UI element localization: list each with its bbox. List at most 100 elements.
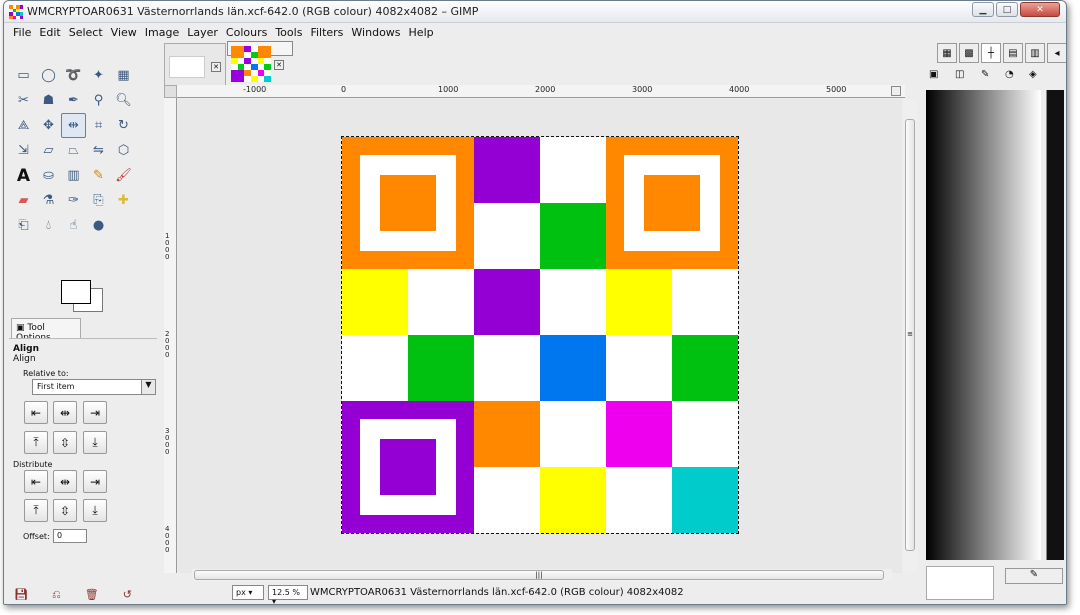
blur-icon[interactable]: 💧︎	[36, 213, 61, 238]
perspective-clone-icon[interactable]: ⎗	[11, 213, 36, 238]
dock-menu-icon[interactable]: ◂	[1047, 43, 1066, 63]
restore-options-icon[interactable]: ⎌	[52, 588, 61, 602]
scissors-icon[interactable]: ✂	[11, 88, 36, 113]
delete-options-icon[interactable]: 🗑︎	[85, 588, 99, 602]
brushes-icon[interactable]: ┼	[981, 43, 1001, 63]
rect-select-icon[interactable]: ▭	[11, 63, 36, 88]
menu-colours[interactable]: Colours	[224, 23, 273, 41]
crop-icon[interactable]: ⌗	[86, 113, 111, 138]
ellipse-select-icon[interactable]: ◯	[36, 63, 61, 88]
pattern-icon[interactable]: ▩	[959, 43, 979, 63]
channels-icon[interactable]: ◫	[955, 69, 964, 80]
maximize-button[interactable]: □	[996, 2, 1018, 17]
edit-brush-icon[interactable]: ✎	[1005, 568, 1063, 584]
close-button[interactable]: ✕	[1020, 2, 1060, 17]
align-left-button[interactable]: ⇤	[24, 401, 48, 424]
menu-tools[interactable]: Tools	[273, 23, 308, 41]
undo-history-icon[interactable]: ◔	[1005, 69, 1014, 80]
relative-to-select[interactable]: First item ▼	[32, 379, 156, 395]
rotate-icon[interactable]: ↻	[111, 113, 136, 138]
distribute-left-button[interactable]: ⇤	[24, 470, 48, 493]
palette-icon[interactable]: ▦	[937, 43, 957, 63]
image-tab-1[interactable]: ✕	[164, 43, 226, 85]
distribute-center-button[interactable]: ⇹	[53, 470, 77, 493]
menu-select[interactable]: Select	[67, 23, 109, 41]
close-tab-icon[interactable]: ✕	[274, 60, 284, 70]
menu-view[interactable]: View	[109, 23, 143, 41]
foreground-select-icon[interactable]: ☗	[36, 88, 61, 113]
align-right-button[interactable]: ⇥	[83, 401, 107, 424]
distribute-bottom-button[interactable]: ⤓	[83, 499, 107, 522]
color-picker-icon[interactable]: ⚲	[86, 88, 111, 113]
menu-help[interactable]: Help	[407, 23, 440, 41]
shear-icon[interactable]: ▱	[36, 138, 61, 163]
dodge-burn-icon[interactable]: ●	[86, 213, 111, 238]
ink-icon[interactable]: ✑	[61, 188, 86, 213]
layers-icon[interactable]: ▣	[929, 69, 938, 80]
distribute-top-button[interactable]: ⤒	[24, 499, 48, 522]
foreground-color-swatch[interactable]	[61, 280, 91, 304]
menu-windows[interactable]: Windows	[349, 23, 406, 41]
select-by-color-icon[interactable]: ▦	[111, 63, 136, 88]
vertical-ruler[interactable]: 1000 2000 3000 4000	[164, 98, 177, 573]
brush-preview[interactable]	[926, 566, 994, 600]
perspective-icon[interactable]: ⏢	[61, 138, 86, 163]
flip-icon[interactable]: ⇋	[86, 138, 111, 163]
menu-filters[interactable]: Filters	[308, 23, 349, 41]
airbrush-icon[interactable]: ⚗	[36, 188, 61, 213]
save-options-icon[interactable]: 💾︎	[14, 588, 28, 602]
zoom-icon[interactable]: 🔍︎	[111, 88, 136, 113]
menu-image[interactable]: Image	[143, 23, 185, 41]
clone-icon[interactable]: ⎘	[86, 188, 111, 213]
quickmask-corner[interactable]	[164, 85, 177, 98]
horizontal-scrollbar[interactable]: |||	[192, 569, 892, 581]
close-tab-icon[interactable]: ✕	[211, 62, 221, 72]
menu-layer[interactable]: Layer	[185, 23, 224, 41]
reset-options-icon[interactable]: ↺	[123, 588, 132, 602]
unit-select[interactable]: px ▾	[232, 585, 264, 600]
free-select-icon[interactable]: ➰	[61, 63, 86, 88]
scrollbar-thumb[interactable]: ≡	[905, 119, 915, 551]
cage-icon[interactable]: ⬡	[111, 138, 136, 163]
fuzzy-select-icon[interactable]: ✦	[86, 63, 111, 88]
colors-panel-icon[interactable]: ◈	[1029, 69, 1037, 80]
gradients-icon[interactable]: ▤	[1003, 43, 1023, 63]
canvas-area[interactable]	[178, 99, 902, 573]
scrollbar-thumb[interactable]: |||	[194, 570, 884, 580]
distribute-right-button[interactable]: ⇥	[83, 470, 107, 493]
vertical-scrollbar[interactable]: ≡	[903, 99, 917, 573]
distribute-middle-button[interactable]: ⇳	[53, 499, 77, 522]
minimize-button[interactable]: ▁	[972, 2, 994, 17]
horizontal-ruler[interactable]: -1000 0 1000 2000 3000 4000 5000	[177, 85, 905, 98]
fg-bg-colors[interactable]	[61, 280, 109, 316]
align-center-button[interactable]: ⇹	[53, 401, 77, 424]
zoom-to-fit-icon[interactable]	[891, 86, 901, 96]
align-top-button[interactable]: ⤒	[24, 431, 48, 454]
heal-icon[interactable]: ✚	[111, 188, 136, 213]
text-icon[interactable]: A	[11, 163, 36, 188]
colormap-icon[interactable]: ▥	[1025, 43, 1045, 63]
image-tab-2[interactable]: ✕	[227, 41, 293, 82]
move-icon[interactable]: ✥	[36, 113, 61, 138]
paths-icon[interactable]: ✒	[61, 88, 86, 113]
menu-edit[interactable]: Edit	[37, 23, 66, 41]
bucket-fill-icon[interactable]: ⛀	[36, 163, 61, 188]
align-icon[interactable]: ⇹	[61, 113, 86, 138]
align-middle-button[interactable]: ⇳	[53, 431, 77, 454]
paths-panel-icon[interactable]: ✎	[981, 69, 989, 80]
gradient-icon[interactable]: ▥	[61, 163, 86, 188]
image-canvas[interactable]	[341, 136, 739, 534]
smudge-icon[interactable]: ☝	[61, 213, 86, 238]
zoom-select[interactable]: 12.5 % ▾	[268, 585, 308, 604]
gradient-list[interactable]	[1046, 90, 1064, 560]
scale-icon[interactable]: ⇲	[11, 138, 36, 163]
tool-options-tab[interactable]: ▣ Tool Options	[11, 318, 81, 343]
pencil-icon[interactable]: ✎	[86, 163, 111, 188]
eraser-icon[interactable]: ▰	[11, 188, 36, 213]
align-bottom-button[interactable]: ⤓	[83, 431, 107, 454]
measure-icon[interactable]: ⟁	[11, 113, 36, 138]
menu-file[interactable]: File	[11, 23, 37, 41]
offset-input[interactable]: 0	[53, 529, 87, 543]
paintbrush-icon[interactable]: 🖌︎	[111, 163, 136, 188]
image-cell	[474, 203, 540, 269]
